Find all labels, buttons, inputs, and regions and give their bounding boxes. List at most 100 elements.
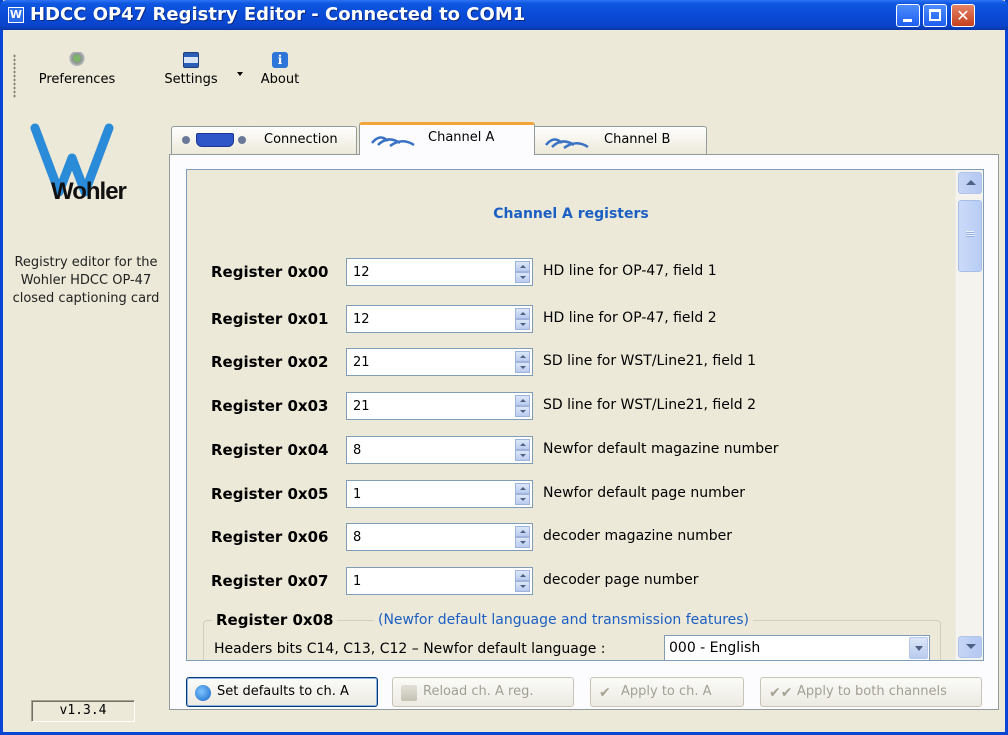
register-spinner[interactable] [346,392,533,420]
apply-button[interactable]: ✔ Apply to ch. A [590,677,744,707]
register-spinner[interactable] [346,523,533,551]
spin-down-icon[interactable] [515,406,530,417]
apply-label: Apply to ch. A [621,684,712,699]
spin-up-icon[interactable] [515,261,530,272]
info-icon: i [272,52,288,68]
spinner-buttons [515,308,530,330]
spin-up-icon[interactable] [515,395,530,406]
maximize-button[interactable] [923,4,947,27]
close-icon: ✕ [956,6,970,25]
spin-down-icon[interactable] [515,450,530,461]
chevron-down-icon[interactable] [909,637,928,659]
serial-port-icon [196,133,234,147]
language-select-value: 000 - English [669,640,761,656]
channel-wave-icon [371,136,415,147]
register-description: HD line for OP-47, field 1 [543,263,717,279]
spin-down-icon[interactable] [515,272,530,283]
register-value-input[interactable] [347,259,507,285]
scroll-down-icon[interactable] [958,636,982,658]
logo-wordmark: Wohler [51,178,127,205]
register-value-input[interactable] [347,481,507,507]
minimize-button[interactable] [896,4,920,27]
register-value-input[interactable] [347,524,507,550]
register-spinner[interactable] [346,567,533,595]
reload-label: Reload ch. A reg. [423,684,534,699]
about-label: About [260,72,300,87]
reload-icon [401,685,417,701]
preferences-label: Preferences [38,72,116,87]
scroll-thumb[interactable] [958,200,982,272]
scroll-up-icon[interactable] [958,172,982,194]
register-description: decoder page number [543,572,699,588]
settings-button[interactable]: Settings [149,50,233,98]
vertical-scrollbar[interactable] [955,170,983,660]
toolbar-grip[interactable] [13,54,16,98]
spin-up-icon[interactable] [515,351,530,362]
minimize-icon [903,19,912,22]
spin-down-icon[interactable] [515,319,530,330]
set-defaults-button[interactable]: Set defaults to ch. A [186,677,378,707]
maximize-icon [929,9,941,21]
toolbar: Preferences Settings i About [13,50,1003,104]
language-label: Headers bits C14, C13, C12 – Newfor defa… [214,641,606,657]
register-label: Register 0x06 [211,528,329,546]
register-label: Register 0x03 [211,397,329,415]
version-label: v1.3.4 [31,700,135,722]
register-row: Register 0x01 HD line for OP-47, field 2 [211,305,951,333]
about-button[interactable]: i About [253,50,307,98]
channel-a-panel: Channel A registers Register 0x00 HD lin… [169,154,999,710]
spin-down-icon[interactable] [515,494,530,505]
register-row: Register 0x05 Newfor default page number [211,480,951,508]
register-value-input[interactable] [347,349,507,375]
reload-button[interactable]: Reload ch. A reg. [392,677,574,707]
plug-icon [238,136,246,144]
register-value-input[interactable] [347,568,507,594]
spinner-buttons [515,395,530,417]
register-description: SD line for WST/Line21, field 1 [543,353,756,369]
register-label: Register 0x05 [211,485,329,503]
spinner-buttons [515,439,530,461]
spinner-buttons [515,483,530,505]
spin-up-icon[interactable] [515,570,530,581]
register-spinner[interactable] [346,480,533,508]
language-select[interactable]: 000 - English [664,635,930,660]
section-title: Channel A registers [493,206,649,222]
registers-scroll-area[interactable]: Channel A registers Register 0x00 HD lin… [186,169,984,661]
spin-down-icon[interactable] [515,581,530,592]
spin-up-icon[interactable] [515,439,530,450]
plug-icon [182,136,190,144]
register-spinner[interactable] [346,348,533,376]
close-button[interactable]: ✕ [951,4,975,27]
set-defaults-label: Set defaults to ch. A [217,684,349,699]
register-value-input[interactable] [347,393,507,419]
tab-connection[interactable]: Connection [171,126,357,154]
register-description: HD line for OP-47, field 2 [543,310,717,326]
register-spinner[interactable] [346,436,533,464]
apply-both-button[interactable]: ✔✔ Apply to both channels [760,677,982,707]
spinner-buttons [515,261,530,283]
register-label: Register 0x00 [211,263,329,281]
register-description: decoder magazine number [543,528,732,544]
spin-up-icon[interactable] [515,526,530,537]
settings-dropdown-arrow[interactable] [237,72,243,76]
title-bar[interactable]: W HDCC OP47 Registry Editor - Connected … [0,0,1008,30]
register-value-input[interactable] [347,437,507,463]
register-spinner[interactable] [346,305,533,333]
app-icon: W [8,7,24,23]
tab-connection-label: Connection [264,132,338,147]
spin-up-icon[interactable] [515,308,530,319]
spin-down-icon[interactable] [515,537,530,548]
spin-up-icon[interactable] [515,483,530,494]
preferences-button[interactable]: Preferences [25,50,129,98]
tab-channel-b[interactable]: Channel B [527,126,707,154]
group-label: Register 0x08 [212,611,338,629]
register-row: Register 0x03 SD line for WST/Line21, fi… [211,392,951,420]
group-subtitle: (Newfor default language and transmissio… [374,612,754,628]
register-row: Register 0x07 decoder page number [211,567,951,595]
spinner-buttons [515,526,530,548]
register-spinner[interactable] [346,258,533,286]
spin-down-icon[interactable] [515,362,530,373]
checkmark-icon: ✔ [599,685,611,701]
register-value-input[interactable] [347,306,507,332]
tab-channel-a[interactable]: Channel A [359,122,535,155]
